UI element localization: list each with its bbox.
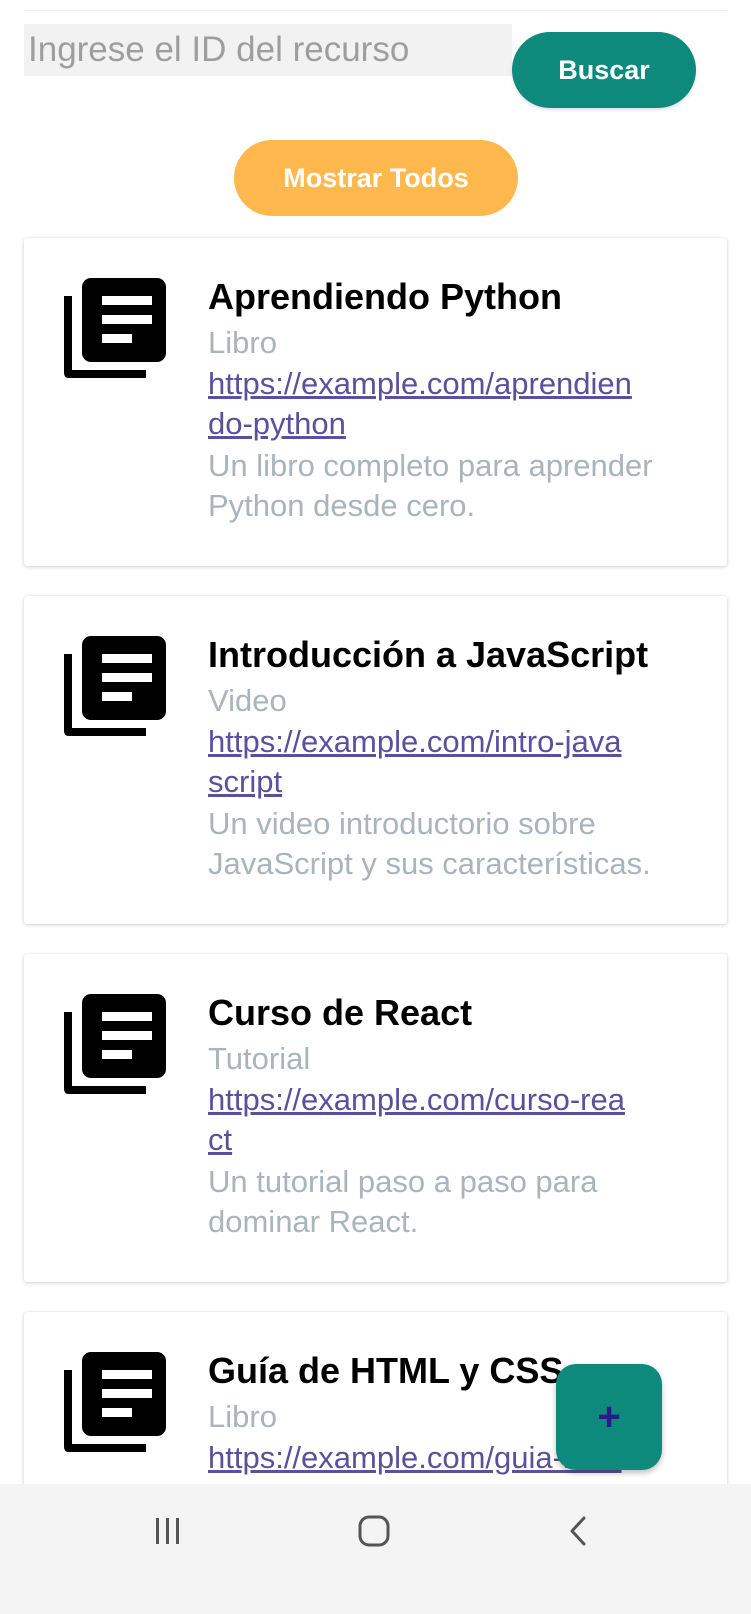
search-input[interactable] xyxy=(24,24,512,76)
resource-card[interactable]: Curso de React Tutorial https://example.… xyxy=(24,954,727,1282)
resource-description: Un tutorial paso a paso para dominar Rea… xyxy=(208,1164,598,1239)
resource-description: Un libro completo para aprender Python d… xyxy=(208,448,653,523)
resource-url-link[interactable]: https://example.com/intro-javascript xyxy=(208,722,633,802)
add-resource-button[interactable]: + xyxy=(556,1364,662,1470)
library-books-icon xyxy=(64,1352,166,1452)
resource-card-body: Curso de React Tutorial https://example.… xyxy=(208,992,707,1242)
library-books-icon xyxy=(64,994,166,1094)
resource-title: Introducción a JavaScript xyxy=(208,634,649,675)
show-all-button-label: Mostrar Todos xyxy=(283,162,469,193)
resource-type: Libro xyxy=(208,325,277,360)
show-all-button[interactable]: Mostrar Todos xyxy=(234,140,518,216)
recents-icon xyxy=(156,1518,179,1544)
home-icon xyxy=(358,1515,390,1547)
resource-card[interactable]: Introducción a JavaScript Video https://… xyxy=(24,596,727,924)
back-icon xyxy=(570,1516,586,1546)
resource-url-link[interactable]: https://example.com/curso-react xyxy=(208,1080,633,1160)
plus-icon: + xyxy=(597,1394,621,1439)
library-books-icon xyxy=(64,278,166,378)
search-button[interactable]: Buscar xyxy=(512,32,696,108)
resource-card-body: Aprendiendo Python Libro https://example… xyxy=(208,276,707,526)
home-button[interactable] xyxy=(334,1506,414,1556)
resource-card[interactable]: Aprendiendo Python Libro https://example… xyxy=(24,238,727,566)
search-button-label: Buscar xyxy=(558,54,650,85)
recents-button[interactable] xyxy=(128,1506,208,1556)
resource-card-body: Introducción a JavaScript Video https://… xyxy=(208,634,707,884)
resource-type: Video xyxy=(208,683,287,718)
library-books-icon xyxy=(64,636,166,736)
app-screen: Buscar Mostrar Todos Aprendiendo Python … xyxy=(0,0,751,1614)
back-button[interactable] xyxy=(538,1506,618,1556)
resource-title: Curso de React xyxy=(208,992,473,1033)
resource-type: Tutorial xyxy=(208,1041,311,1076)
resource-description: Un video introductorio sobre JavaScript … xyxy=(208,806,651,881)
top-divider xyxy=(24,10,727,11)
resource-title: Aprendiendo Python xyxy=(208,276,562,317)
system-navigation-bar xyxy=(0,1484,751,1614)
resource-url-link[interactable]: https://example.com/aprendiendo-python xyxy=(208,364,633,444)
